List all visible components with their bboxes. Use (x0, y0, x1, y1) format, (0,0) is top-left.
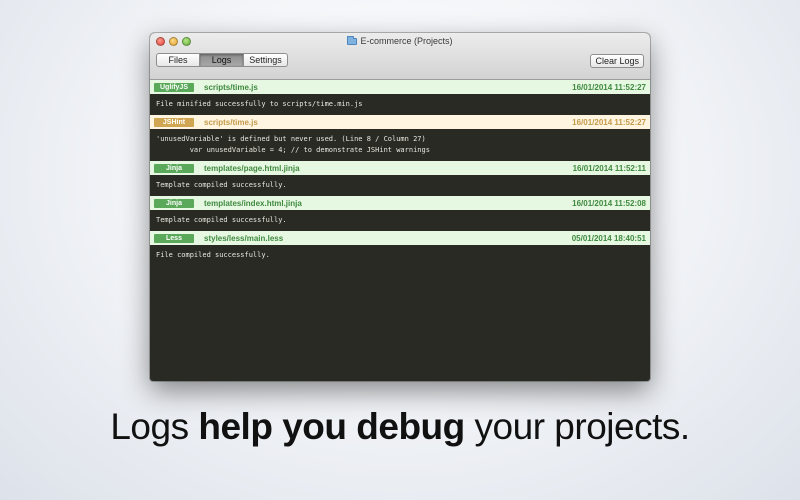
log-entry: Jinja templates/page.html.jinja 16/01/20… (150, 161, 650, 196)
log-file-path: scripts/time.js (204, 117, 258, 127)
log-entry-header[interactable]: Less styles/less/main.less 05/01/2014 18… (150, 231, 650, 245)
log-file-path: scripts/time.js (204, 82, 258, 92)
log-timestamp: 16/01/2014 11:52:08 (572, 198, 646, 208)
log-timestamp: 16/01/2014 11:52:27 (572, 117, 646, 127)
log-timestamp: 16/01/2014 11:52:11 (572, 163, 646, 173)
clear-logs-button[interactable]: Clear Logs (590, 54, 644, 68)
log-entry: Less styles/less/main.less 05/01/2014 18… (150, 231, 650, 266)
log-file-path: styles/less/main.less (204, 233, 284, 243)
tagline-post: your projects. (464, 406, 691, 447)
log-entry: Jinja templates/index.html.jinja 16/01/2… (150, 196, 650, 231)
tab-files[interactable]: Files (156, 53, 200, 67)
log-entry: UglifyJS scripts/time.js 16/01/2014 11:5… (150, 80, 650, 115)
tagline-bold: help you debug (198, 406, 465, 447)
log-message: Template compiled successfully. (150, 210, 650, 231)
tool-badge: JSHint (154, 117, 194, 127)
log-timestamp: 16/01/2014 11:52:27 (572, 82, 646, 92)
log-entry-header[interactable]: Jinja templates/index.html.jinja 16/01/2… (150, 196, 650, 210)
log-file-path: templates/page.html.jinja (204, 163, 300, 173)
folder-icon (347, 36, 358, 45)
log-message: File compiled successfully. (150, 245, 650, 266)
log-entry-header[interactable]: UglifyJS scripts/time.js 16/01/2014 11:5… (150, 80, 650, 94)
log-file-path: templates/index.html.jinja (204, 198, 302, 208)
app-window: E-commerce (Projects) Files Logs Setting… (150, 33, 650, 381)
log-entry-header[interactable]: Jinja templates/page.html.jinja 16/01/20… (150, 161, 650, 175)
log-list[interactable]: UglifyJS scripts/time.js 16/01/2014 11:5… (150, 80, 650, 381)
tab-logs[interactable]: Logs (200, 53, 244, 67)
log-message: File minified successfully to scripts/ti… (150, 94, 650, 115)
log-timestamp: 05/01/2014 18:40:51 (571, 233, 646, 243)
window-title-text: E-commerce (Projects) (360, 36, 453, 46)
log-message: 'unusedVariable' is defined but never us… (150, 129, 650, 161)
tool-badge: UglifyJS (154, 82, 194, 92)
log-entry: JSHint scripts/time.js 16/01/2014 11:52:… (150, 115, 650, 161)
tagline-pre: Logs (110, 406, 199, 447)
log-message: Template compiled successfully. (150, 175, 650, 196)
window-title: E-commerce (Projects) (150, 36, 650, 46)
titlebar: E-commerce (Projects) Files Logs Setting… (150, 33, 650, 80)
tool-badge: Jinja (154, 163, 194, 173)
tool-badge: Jinja (154, 198, 194, 208)
tool-badge: Less (154, 233, 194, 243)
log-entry-header[interactable]: JSHint scripts/time.js 16/01/2014 11:52:… (150, 115, 650, 129)
marketing-tagline: Logs help you debug your projects. (0, 406, 800, 448)
tab-switcher: Files Logs Settings (156, 53, 288, 67)
tab-settings[interactable]: Settings (244, 53, 288, 67)
